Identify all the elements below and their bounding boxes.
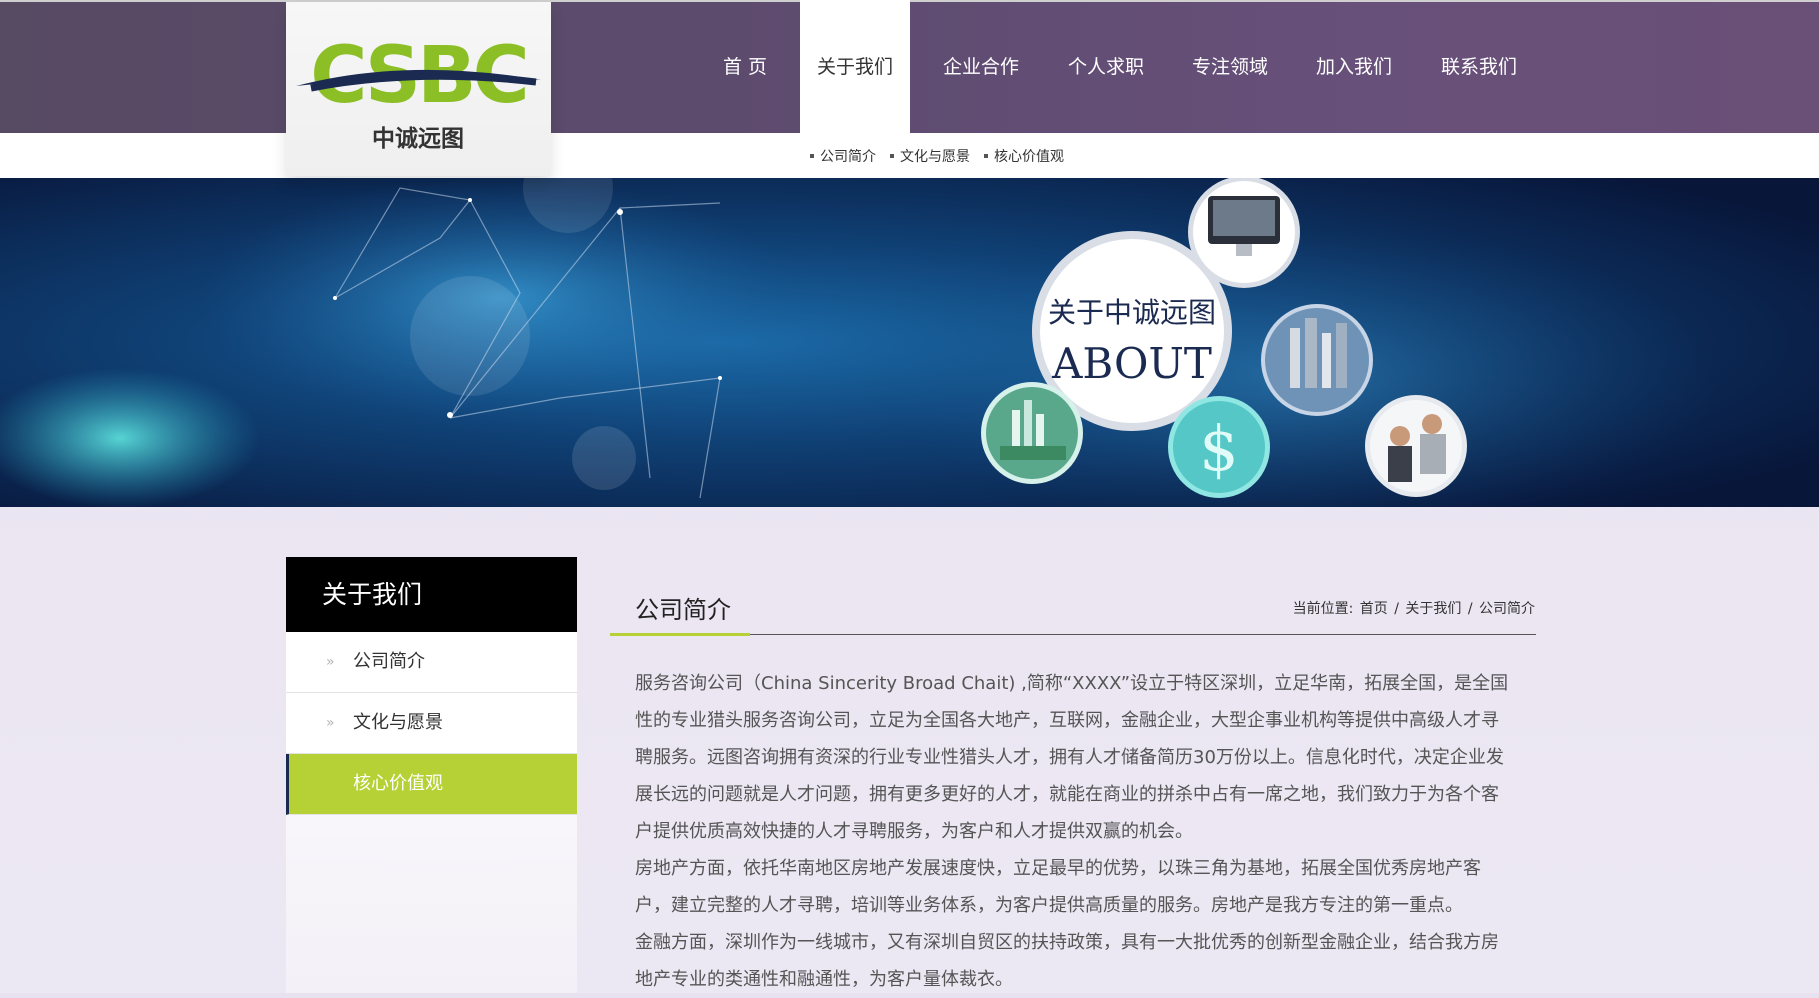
paragraph: 服务咨询公司（China Sincerity Broad Chait) ,简称“…	[635, 673, 1509, 842]
breadcrumb-separator: /	[1394, 601, 1399, 617]
title-underline	[610, 633, 750, 636]
bullet-icon	[890, 153, 894, 158]
breadcrumb-separator: /	[1467, 601, 1473, 617]
sidebar-item[interactable]: » 文化与愿景	[286, 693, 577, 754]
breadcrumb-current: 公司简介	[1479, 601, 1535, 617]
breadcrumb-prefix: 当前位置:	[1292, 601, 1354, 617]
banner-title-en: ABOUT	[1051, 339, 1212, 388]
nav-item[interactable]: 加入我们	[1300, 0, 1408, 133]
banner-image: $ 关于中诚远图 ABOUT	[0, 178, 1819, 507]
nav-item[interactable]: 企业合作	[910, 0, 1052, 133]
svg-text:中诚远图: 中诚远图	[372, 126, 464, 152]
nav-item[interactable]: 个人求职	[1052, 0, 1160, 133]
nav-item[interactable]: 关于我们	[800, 0, 910, 133]
bullet-icon	[810, 153, 814, 158]
double-chevron-icon: »	[326, 715, 335, 731]
sidebar-item[interactable]: » 公司简介	[286, 632, 577, 693]
breadcrumb: 当前位置: 首页 / 关于我们 / 公司简介	[1292, 598, 1536, 618]
sidebar-item-label: 公司简介	[353, 651, 425, 672]
subnav-item[interactable]: 公司简介	[810, 146, 876, 166]
paragraph: 金融方面，深圳作为一线城市，又有深圳自贸区的扶持政策，具有一大批优秀的创新型金融…	[635, 932, 1499, 990]
sidebar-list: » 公司简介 » 文化与愿景核心价值观	[286, 632, 577, 815]
subnav-label: 核心价值观	[994, 148, 1064, 165]
nav-item[interactable]: 首 页	[690, 0, 800, 133]
banner-title-cn: 关于中诚远图	[1048, 296, 1216, 329]
sidebar-title: 关于我们	[286, 557, 577, 632]
sidebar: 关于我们 » 公司简介 » 文化与愿景核心价值观	[286, 557, 577, 993]
sidebar-item-label: 文化与愿景	[353, 712, 443, 733]
subnav-label: 公司简介	[820, 148, 876, 165]
double-chevron-icon: »	[326, 654, 335, 670]
nav-item[interactable]: 专注领域	[1160, 0, 1300, 133]
breadcrumb-section[interactable]: 关于我们	[1405, 601, 1461, 617]
sub-nav: 公司简介 文化与愿景 核心价值观	[810, 133, 1078, 178]
main-nav: 首 页关于我们 企业合作 个人求职 专注领域 加入我们 联系我们	[690, 0, 1550, 133]
page-title: 公司简介	[635, 596, 731, 624]
svg-text:$: $	[1199, 412, 1238, 485]
breadcrumb-home[interactable]: 首页	[1360, 601, 1388, 617]
subnav-item[interactable]: 核心价值观	[984, 146, 1064, 166]
subnav-item[interactable]: 文化与愿景	[890, 146, 970, 166]
logo[interactable]: CSBC 中诚远图	[286, 2, 551, 176]
content-body: 服务咨询公司（China Sincerity Broad Chait) ,简称“…	[635, 665, 1515, 998]
csbc-logo-icon: CSBC 中诚远图	[296, 31, 541, 152]
banner: $ 关于中诚远图 ABOUT	[0, 178, 1819, 507]
paragraph: 房地产方面，依托华南地区房地产发展速度快，立足最早的优势，以珠三角为基地，拓展全…	[635, 858, 1481, 916]
content-header: 公司简介 当前位置: 首页 / 关于我们 / 公司简介	[610, 586, 1536, 636]
sidebar-item-label: 核心价值观	[353, 773, 443, 794]
bullet-icon	[984, 153, 988, 158]
sidebar-item[interactable]: 核心价值观	[286, 754, 577, 815]
nav-item[interactable]: 联系我们	[1408, 0, 1550, 133]
subnav-label: 文化与愿景	[900, 148, 970, 165]
